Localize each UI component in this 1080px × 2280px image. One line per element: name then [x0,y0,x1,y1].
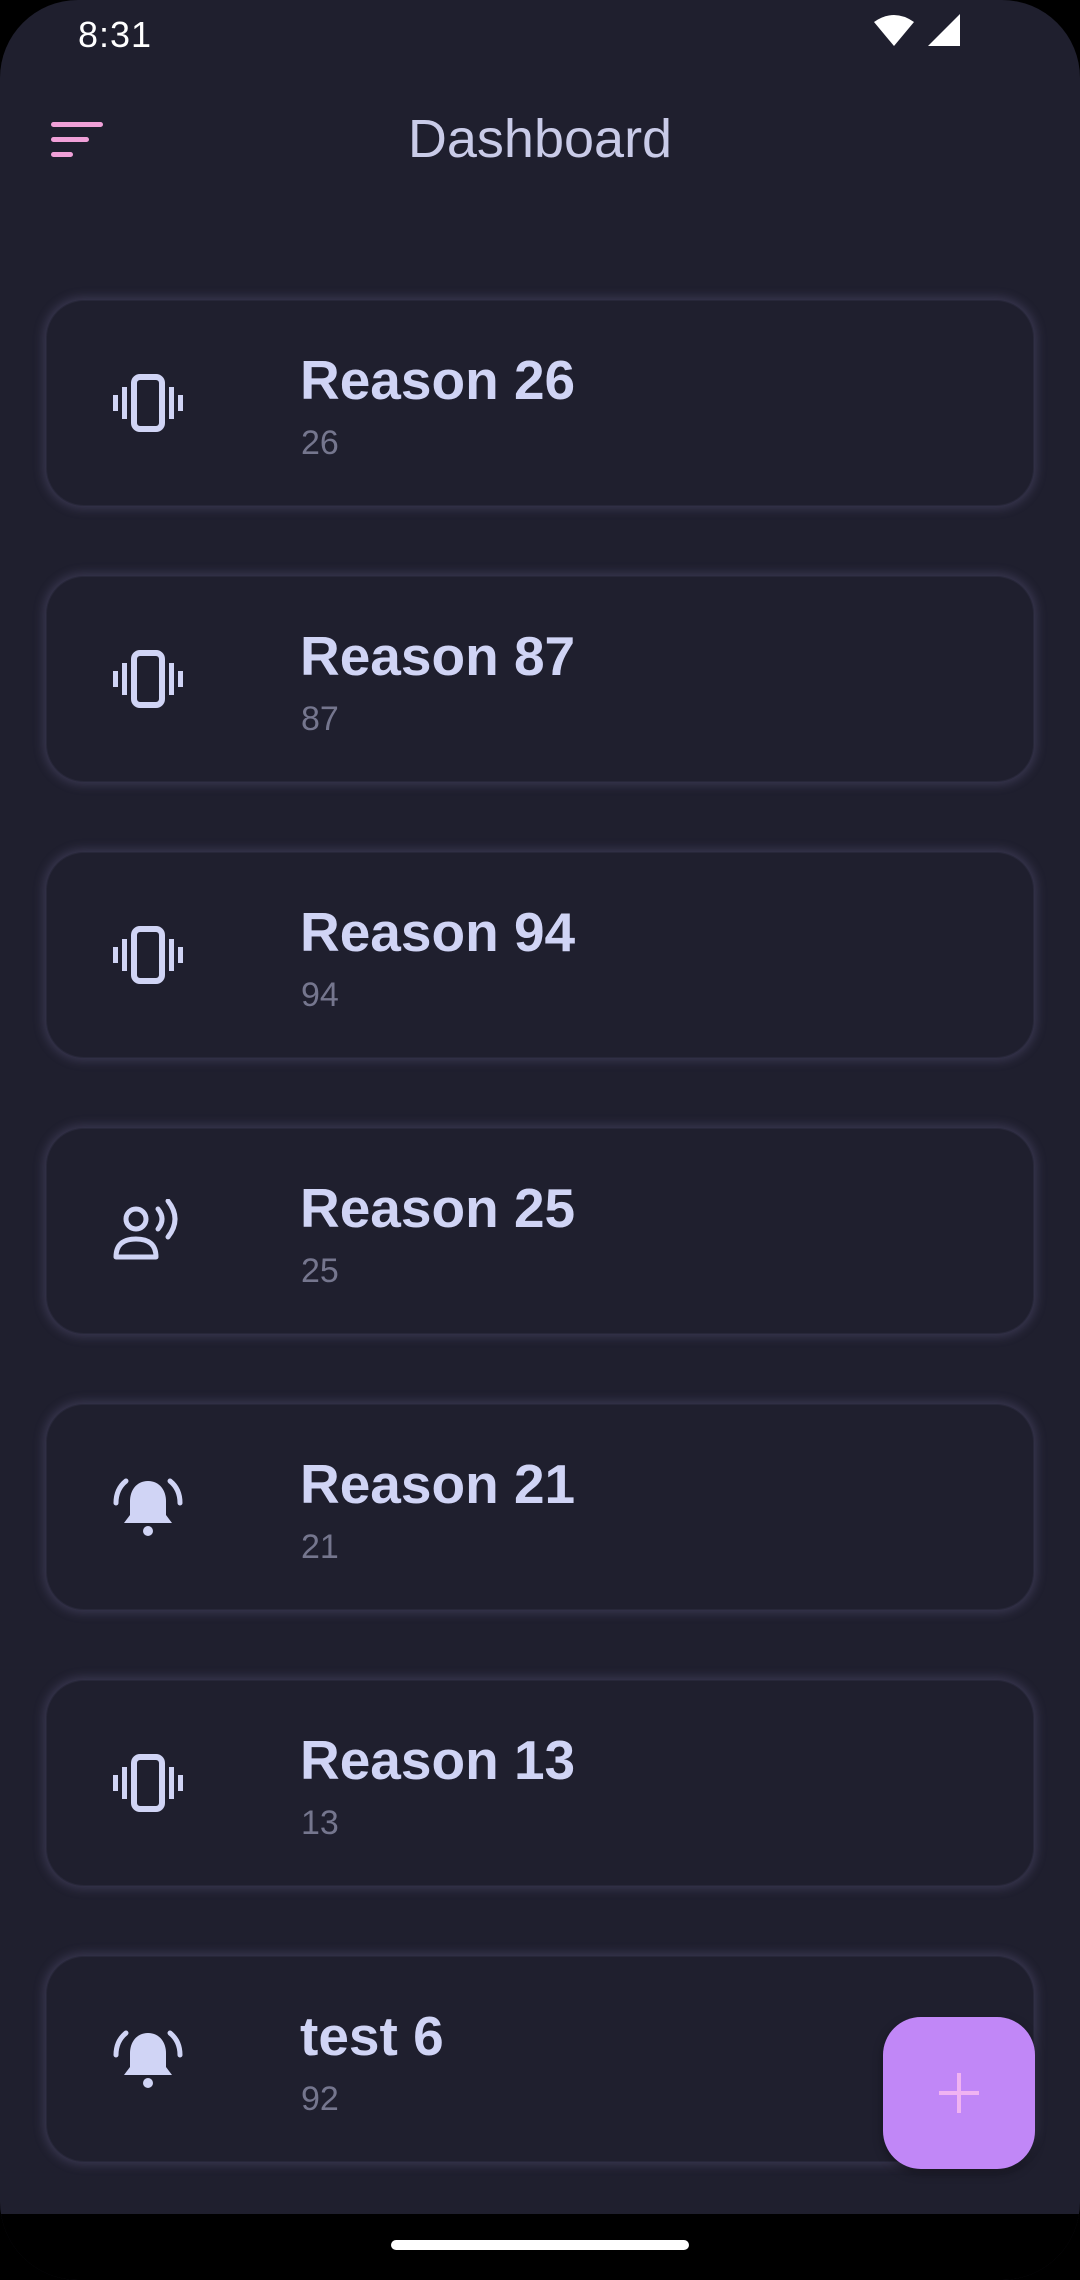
ringing-bell-icon [112,2023,184,2095]
item-title: Reason 87 [300,625,576,687]
vibration-icon [112,919,184,991]
item-value: 92 [301,2080,339,2118]
item-value: 87 [301,700,339,738]
list-item[interactable]: Reason 21 21 [46,1404,1034,1610]
page-title: Dashboard [407,109,673,169]
reason-list: Reason 26 26 Reason 87 87 Reason 94 94 R… [46,300,1034,2232]
status-time: 8:31 [78,14,153,55]
list-item[interactable]: Reason 26 26 [46,300,1034,506]
status-bar: 8:31 [0,0,1080,70]
item-title: test 6 [300,2005,444,2067]
cellular-signal-icon [928,14,960,46]
list-item[interactable]: Reason 13 13 [46,1680,1034,1886]
list-item[interactable]: Reason 87 87 [46,576,1034,782]
plus-icon [939,2073,979,2113]
vibration-icon [112,367,184,439]
item-value: 25 [301,1252,339,1290]
vibration-icon [112,643,184,715]
item-title: Reason 26 [300,349,576,411]
item-title: Reason 13 [300,1729,576,1791]
home-gesture-handle[interactable] [391,2240,689,2250]
wifi-icon [873,15,914,46]
app-screen: 8:31 Dashboard Reason 26 26 Reason 87 87… [0,0,1080,2280]
item-value: 13 [301,1804,339,1842]
item-title: Reason 25 [300,1177,576,1239]
item-value: 94 [301,976,339,1014]
top-app-bar: Dashboard [0,90,1080,190]
item-title: Reason 21 [300,1453,576,1515]
add-item-button[interactable] [883,2017,1035,2169]
list-item[interactable]: Reason 94 94 [46,852,1034,1058]
item-title: Reason 94 [300,901,576,963]
item-value: 26 [301,424,339,462]
item-value: 21 [301,1528,339,1566]
voice-person-icon [112,1195,184,1267]
ringing-bell-icon [112,1471,184,1543]
list-item[interactable]: Reason 25 25 [46,1128,1034,1334]
status-icons [873,14,962,54]
vibration-icon [112,1747,184,1819]
